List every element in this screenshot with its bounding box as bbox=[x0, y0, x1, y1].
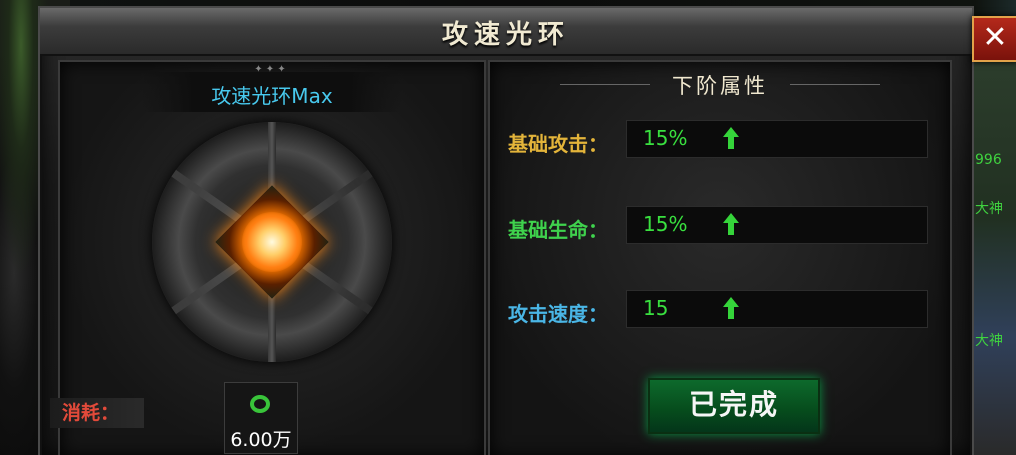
attr-value: 15% bbox=[643, 126, 688, 150]
edge-text: 996 bbox=[975, 152, 1002, 168]
close-icon: ✕ bbox=[982, 20, 1008, 55]
up-arrow-icon bbox=[723, 213, 739, 235]
attr-label-health: 基础生命： bbox=[508, 218, 608, 242]
item-display-panel: ✦ ✦ ✦ 攻速光环Max 消耗： 6.00万 bbox=[50, 60, 486, 455]
item-name-bar: 攻速光环Max bbox=[142, 72, 402, 112]
next-tier-attributes-panel: 下阶属性 基础攻击： 15% 基础生命： 15% 攻击速度： 15 已完成 bbox=[488, 60, 952, 455]
edge-text: 大神 bbox=[975, 201, 1003, 217]
aura-gem-core bbox=[242, 212, 302, 272]
cost-item-slot[interactable]: 6.00万 bbox=[224, 382, 298, 454]
attr-value: 15% bbox=[643, 212, 688, 236]
background-game-edge bbox=[973, 60, 1016, 455]
game-scene: 996 大神 大神 攻速光环 ✕ ✦ ✦ ✦ 攻速光环Max 消耗： 6.00万 bbox=[0, 0, 1016, 455]
aura-medallion bbox=[152, 122, 392, 362]
edge-text: 大神 bbox=[975, 333, 1003, 349]
close-button[interactable]: ✕ bbox=[972, 16, 1016, 62]
up-arrow-icon bbox=[723, 127, 739, 149]
item-name: 攻速光环Max bbox=[211, 84, 333, 108]
attr-value-bar: 15% bbox=[626, 120, 928, 158]
attr-value-bar: 15 bbox=[626, 290, 928, 328]
title-bar: 攻速光环 bbox=[40, 8, 972, 56]
green-ring-icon bbox=[250, 395, 270, 413]
attr-value-bar: 15% bbox=[626, 206, 928, 244]
attr-label-attack: 基础攻击： bbox=[508, 132, 608, 156]
section-title: 下阶属性 bbox=[672, 74, 768, 98]
cost-value: 6.00万 bbox=[230, 429, 292, 451]
cost-label: 消耗： bbox=[50, 398, 144, 428]
up-arrow-icon bbox=[723, 297, 739, 319]
window-title: 攻速光环 bbox=[441, 20, 570, 50]
attr-value: 15 bbox=[643, 296, 669, 320]
completed-button[interactable]: 已完成 bbox=[648, 378, 820, 434]
attr-label-speed: 攻击速度： bbox=[508, 302, 608, 326]
